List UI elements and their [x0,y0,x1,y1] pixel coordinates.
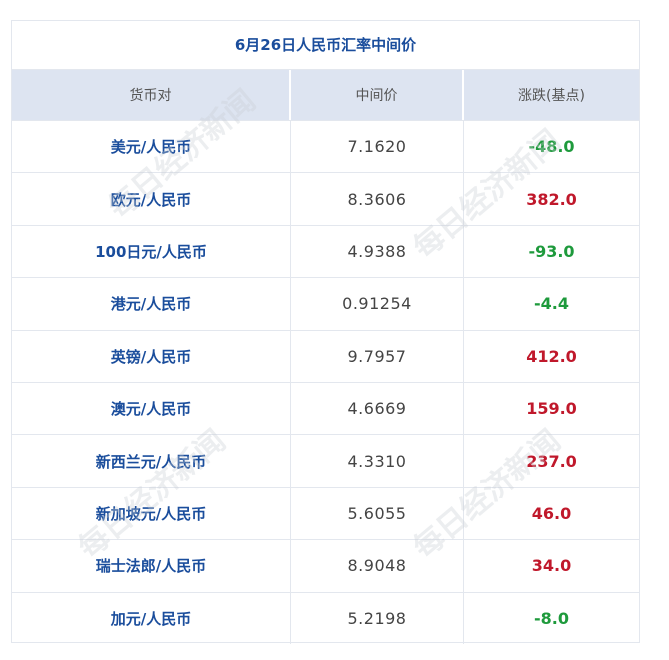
mid-cell: 5.6055 [291,487,464,540]
pair-cell: 澳元/人民币 [12,382,291,435]
table-row: 港元/人民币 0.91254 -4.4 [12,277,639,330]
mid-cell: 8.3606 [291,173,464,225]
change-cell: 46.0 [531,503,572,523]
table-row: 加元/人民币 5.2198 -8.0 [12,591,639,644]
change-cell: 382.0 [526,189,577,209]
pair-cell: 100日元/人民币 [12,225,291,278]
mid-cell: 9.7957 [291,330,464,382]
table-row: 新加坡元/人民币 5.6055 46.0 [12,486,639,540]
pair-cell: 英镑/人民币 [12,330,291,382]
mid-cell: 0.91254 [291,278,464,330]
pair-cell: 加元/人民币 [12,592,291,644]
table-row: 澳元/人民币 4.6669 159.0 [12,381,639,435]
mid-cell: 4.9388 [291,225,464,278]
change-cell: -4.4 [534,294,569,314]
mid-cell: 4.6669 [291,382,464,435]
change-cell: -8.0 [534,608,569,628]
mid-cell: 7.1620 [291,121,464,173]
header-pair: 货币对 [12,70,291,120]
header-change: 涨跌(基点) [518,88,585,104]
table-row: 100日元/人民币 4.9388 -93.0 [12,224,639,278]
mid-cell: 8.9048 [291,540,464,592]
change-cell: 412.0 [526,346,577,366]
exchange-rate-table: 6月26日人民币汇率中间价 货币对 中间价 涨跌(基点) 美元/人民币 7.16… [11,20,640,644]
pair-cell: 新加坡元/人民币 [12,487,291,540]
change-cell: 237.0 [526,451,577,471]
pair-cell: 美元/人民币 [12,121,291,173]
change-cell: 34.0 [531,556,572,576]
change-cell: -48.0 [528,137,575,157]
pair-cell: 新西兰元/人民币 [12,435,291,487]
change-cell: 159.0 [526,399,577,419]
pair-cell: 瑞士法郎/人民币 [12,540,291,592]
pair-cell: 港元/人民币 [12,278,291,330]
mid-cell: 5.2198 [291,592,464,644]
pair-cell: 欧元/人民币 [12,173,291,225]
change-cell: -93.0 [528,241,575,261]
header-mid: 中间价 [291,70,464,120]
table-header: 货币对 中间价 涨跌(基点) [12,70,639,120]
table-title: 6月26日人民币汇率中间价 [12,21,639,70]
table-row: 瑞士法郎/人民币 8.9048 34.0 [12,539,639,592]
mid-cell: 4.3310 [291,435,464,487]
table-row: 新西兰元/人民币 4.3310 237.0 [12,434,639,487]
table-row: 美元/人民币 7.1620 -48.0 [12,120,639,173]
table-row: 欧元/人民币 8.3606 382.0 [12,172,639,225]
table-row: 英镑/人民币 9.7957 412.0 [12,329,639,382]
